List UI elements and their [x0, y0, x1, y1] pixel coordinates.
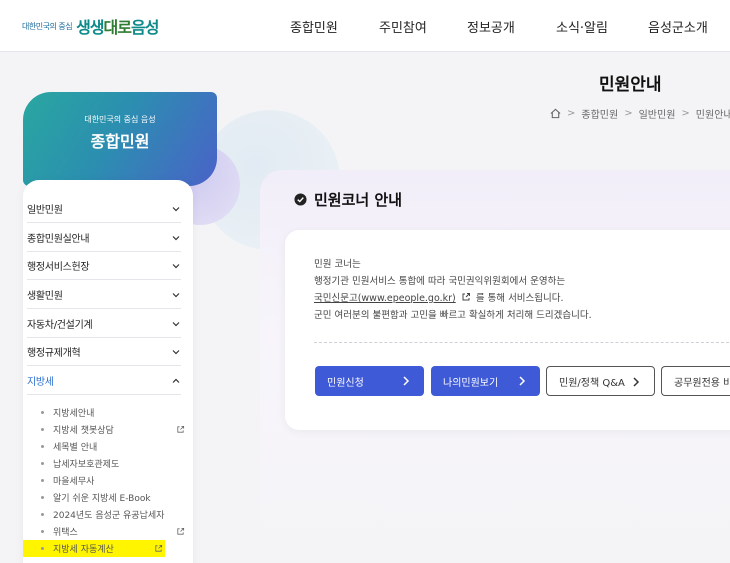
official-only-button[interactable]: 공무원전용 비	[661, 366, 730, 396]
local-tax-submenu: 지방세안내 지방세 챗봇상담 세목별 안내 납세자보호관제도 마을세무사 알기 …	[23, 404, 187, 557]
info-text: 민원 코너는 행정기관 민원서비스 통합에 따라 국민권익위원회에서 운영하는 …	[314, 256, 592, 324]
nav-item-info[interactable]: 정보공개	[467, 17, 515, 36]
chevron-down-icon	[172, 321, 180, 326]
side-menu: 일반민원 종합민원실안내 행정서비스헌장 생활민원 자동차/건설기계 행정규제개…	[23, 180, 193, 563]
info-line: 군민 여러분의 불편함과 고민을 빠르고 확실하게 처리해 드리겠습니다.	[314, 310, 592, 321]
divider	[314, 342, 730, 343]
submenu-item[interactable]: 지방세 챗봇상담	[37, 421, 187, 438]
nav-item-civil[interactable]: 종합민원	[290, 17, 338, 36]
epeople-link[interactable]: 국민신문고(www.epeople.go.kr)	[314, 293, 456, 304]
sidebar-item-living[interactable]: 생활민원	[27, 281, 181, 309]
submenu-item[interactable]: 2024년도 음성군 유공납세자	[37, 506, 187, 523]
sidebar-item-vehicles[interactable]: 자동차/건설기계	[27, 310, 181, 338]
qa-button[interactable]: 민원/정책 Q&A	[546, 366, 655, 396]
chevron-right-icon	[633, 377, 640, 387]
breadcrumb-item[interactable]: 일반민원	[639, 106, 676, 121]
external-link-icon	[155, 544, 163, 552]
submenu-item-highlighted[interactable]: 지방세 자동계산	[23, 540, 165, 557]
side-banner-subtitle: 대한민국의 중심 음성	[84, 115, 156, 124]
nav-item-participation[interactable]: 주민참여	[379, 17, 427, 36]
page-title: 민원안내	[599, 75, 662, 95]
submenu-item[interactable]: 위택스	[37, 523, 187, 540]
external-link-icon	[462, 293, 470, 301]
chevron-down-icon	[172, 206, 180, 211]
chevron-up-icon	[172, 378, 180, 383]
nav-item-news[interactable]: 소식·알림	[556, 17, 608, 36]
sidebar-item-local-tax[interactable]: 지방세	[27, 367, 181, 395]
chevron-down-icon	[172, 235, 180, 240]
side-banner: 대한민국의 중심 음성 종합민원	[23, 92, 217, 186]
site-header: 대한민국의 중심 생생대로음성 종합민원 주민참여 정보공개 소식·알림 음성군…	[0, 0, 730, 52]
sidebar-item-regulation[interactable]: 행정규제개혁	[27, 338, 181, 366]
breadcrumb-item[interactable]: 민원안내	[696, 106, 730, 121]
external-link-icon	[177, 527, 185, 535]
chevron-right-icon	[519, 376, 526, 386]
sidebar-item-office-guide[interactable]: 종합민원실안내	[27, 224, 181, 252]
submenu-item[interactable]: 알기 쉬운 지방세 E-Book	[37, 489, 187, 506]
external-link-icon	[177, 425, 185, 433]
breadcrumb: > 종합민원 > 일반민원 > 민원안내	[550, 106, 730, 121]
main-nav: 종합민원 주민참여 정보공개 소식·알림 음성군소개	[0, 17, 730, 37]
submenu-item[interactable]: 납세자보호관제도	[37, 455, 187, 472]
chevron-down-icon	[172, 349, 180, 354]
home-icon[interactable]	[550, 108, 561, 119]
sidebar-item-charter[interactable]: 행정서비스헌장	[27, 252, 181, 280]
submenu-item[interactable]: 세목별 안내	[37, 438, 187, 455]
my-civil-button[interactable]: 나의민원보기	[431, 366, 540, 396]
chevron-down-icon	[172, 292, 180, 297]
nav-item-about[interactable]: 음성군소개	[648, 17, 708, 36]
info-line: 민원 코너는	[314, 259, 361, 270]
sidebar-item-general[interactable]: 일반민원	[27, 195, 181, 223]
side-banner-title: 종합민원	[90, 132, 150, 151]
info-line: 행정기관 민원서비스 통합에 따라 국민권익위원회에서 운영하는	[314, 276, 566, 287]
chevron-down-icon	[172, 263, 180, 268]
check-circle-icon	[294, 193, 307, 206]
info-line: 국민신문고(www.epeople.go.kr) 를 통해 서비스됩니다.	[314, 293, 564, 304]
submenu-item[interactable]: 지방세안내	[37, 404, 187, 421]
section-title: 민원코너 안내	[294, 189, 402, 210]
apply-civil-button[interactable]: 민원신청	[315, 366, 424, 396]
submenu-item[interactable]: 마을세무사	[37, 472, 187, 489]
breadcrumb-item[interactable]: 종합민원	[581, 106, 618, 121]
chevron-right-icon	[403, 376, 410, 386]
